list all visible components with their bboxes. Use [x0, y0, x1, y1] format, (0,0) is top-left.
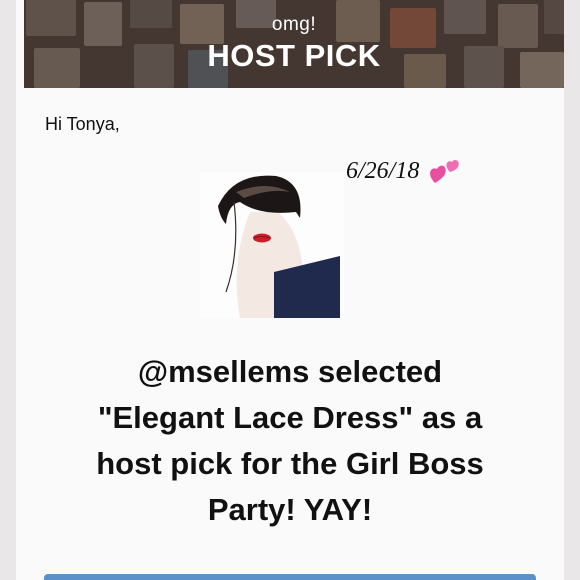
greeting-text: Hi Tonya, [45, 114, 120, 134]
action-button[interactable] [44, 574, 536, 580]
banner-subtitle: omg! [271, 14, 317, 35]
headline-line: host pick for the Girl Boss [96, 446, 484, 481]
banner-title: HOST PICK [207, 38, 381, 73]
two-hearts-icon [430, 159, 459, 183]
host-pick-banner: omg! HOST PICK [24, 0, 564, 88]
host-pick-message: @msellems selected "Elegant Lace Dress" … [36, 349, 544, 533]
headline-line: "Elegant Lace Dress" as a [97, 400, 483, 435]
date-text: 6/26/18 [346, 158, 420, 184]
headline-line: Party! YAY! [207, 492, 373, 527]
notification-card: omg! HOST PICK Hi Tonya, 6/26/18 @mselle… [16, 0, 564, 580]
fashion-illustration-image [200, 172, 344, 318]
headline-line: @msellems selected [137, 354, 443, 389]
